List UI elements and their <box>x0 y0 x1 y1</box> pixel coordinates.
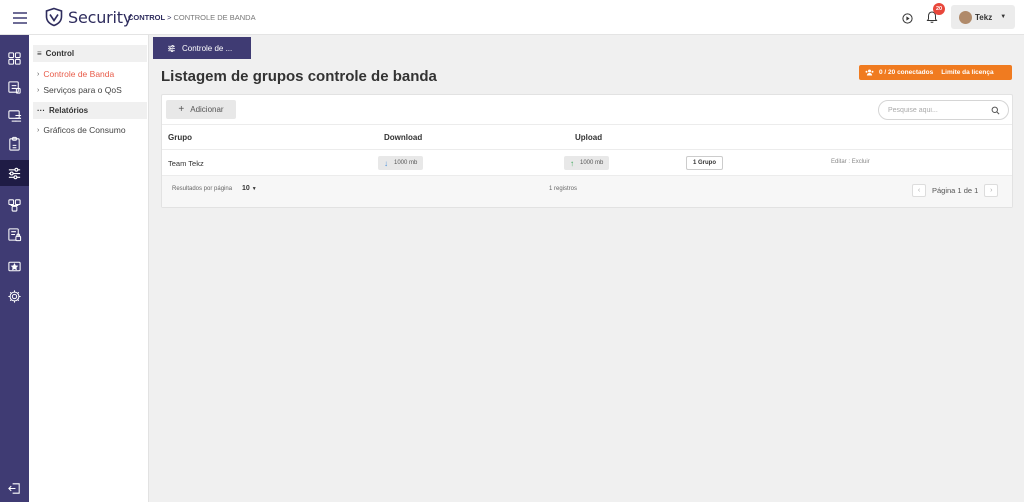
sliders-icon[interactable] <box>0 160 29 186</box>
next-page-button[interactable]: › <box>984 184 999 197</box>
user-name: Tekz <box>975 12 993 22</box>
dashboard-icon[interactable] <box>0 45 29 71</box>
tab-controle-de-banda[interactable]: Controle de ... <box>153 37 251 59</box>
chevron-right-icon: › <box>37 70 40 78</box>
tab-label: Controle de ... <box>182 43 233 53</box>
table-footer: Resultados por página 10 ▼ 1 registros ‹… <box>162 176 1012 207</box>
sidebar-item-graficos-consumo[interactable]: › Gráficos de Consumo <box>37 125 126 135</box>
monitor-list-icon[interactable] <box>0 102 29 128</box>
pagination: ‹ Página 1 de 1 › <box>912 184 999 197</box>
breadcrumb-separator: > <box>167 13 172 22</box>
page-title: Listagem de grupos controle de banda <box>161 68 437 85</box>
sidebar-section-relatorios[interactable]: ··· Relatórios <box>33 102 147 119</box>
ellipsis-icon: ··· <box>37 106 45 115</box>
shield-logo-icon <box>45 7 63 27</box>
table-toolbar: + Adicionar <box>162 95 1012 125</box>
sidebar-item-servicos-qos[interactable]: › Serviços para o QoS <box>37 85 122 95</box>
sidebar-section-label: Relatórios <box>49 106 89 115</box>
play-circle-icon[interactable] <box>902 13 913 24</box>
breadcrumb-current: CONTROLE DE BANDA <box>173 13 256 22</box>
edit-link[interactable]: Editar <box>831 159 847 165</box>
users-network-icon[interactable] <box>0 191 29 217</box>
sliders-icon <box>167 44 176 53</box>
page-label: Página 1 de 1 <box>932 186 979 195</box>
arrow-down-icon: ↓ <box>384 158 388 168</box>
search-box[interactable] <box>878 100 1009 120</box>
per-page-label: Resultados por página <box>172 186 233 192</box>
per-page-value: 10 <box>242 185 250 192</box>
list-icon: ≡ <box>37 49 42 58</box>
clipboard-icon[interactable] <box>0 130 29 156</box>
table-header: Grupo Download Upload <box>162 125 1012 150</box>
avatar <box>959 10 972 24</box>
breadcrumb: CONTROL > CONTROLE DE BANDA <box>128 13 256 22</box>
per-page-select[interactable]: 10 ▼ <box>242 185 257 192</box>
search-icon[interactable] <box>991 106 1000 115</box>
row-upload: 1000 mb <box>580 160 604 166</box>
star-card-icon[interactable] <box>0 253 29 279</box>
icon-rail <box>0 35 29 502</box>
license-badge[interactable]: 0 / 20 conectados Limite da licença <box>859 65 1012 80</box>
table-row: Team Tekz ↓ 1000 mb ↑ 1000 mb 1 Grupo Ed… <box>162 150 1012 176</box>
delete-link[interactable]: Excluir <box>852 159 870 165</box>
app-logo[interactable]: Security <box>44 7 132 27</box>
column-header-grupo[interactable]: Grupo <box>168 133 192 142</box>
caret-down-icon: ▼ <box>251 186 257 192</box>
groups-count-button[interactable]: 1 Grupo <box>686 156 724 170</box>
sidebar-section-label: Control <box>45 49 75 58</box>
row-download: 1000 mb <box>394 160 418 166</box>
license-count: 0 / 20 conectados <box>879 69 934 76</box>
caret-down-icon: ▼ <box>1000 14 1007 20</box>
column-header-download[interactable]: Download <box>384 133 422 142</box>
plus-icon: + <box>178 104 185 115</box>
top-bar: Security CONTROL > CONTROLE DE BANDA 20 … <box>0 0 1024 35</box>
secondary-sidebar: ≡ Control › Controle de Banda › Serviços… <box>29 35 149 502</box>
brand-name: Security <box>68 7 133 27</box>
search-input[interactable] <box>888 106 988 114</box>
notification-badge: 20 <box>933 3 945 15</box>
chevron-right-icon: › <box>37 86 40 94</box>
groups-table-card: + Adicionar Grupo Download Upload Team T… <box>161 94 1013 208</box>
user-menu-button[interactable]: Tekz ▼ <box>951 5 1015 29</box>
upload-pill: ↑ 1000 mb <box>564 156 610 170</box>
hamburger-menu-icon[interactable] <box>10 9 30 27</box>
sidebar-item-controle-de-banda[interactable]: › Controle de Banda <box>37 69 114 79</box>
sidebar-item-label: Gráficos de Consumo <box>43 125 126 135</box>
arrow-up-icon: ↑ <box>570 158 574 168</box>
chevron-right-icon: › <box>37 126 40 134</box>
sidebar-section-control[interactable]: ≡ Control <box>33 45 147 62</box>
row-actions: Editar : Excluir <box>831 159 870 165</box>
logout-icon[interactable] <box>0 475 29 501</box>
lock-document-icon[interactable] <box>0 221 29 247</box>
license-limit-link[interactable]: Limite da licença <box>941 69 993 76</box>
prev-page-button[interactable]: ‹ <box>912 184 926 197</box>
download-pill: ↓ 1000 mb <box>378 156 424 170</box>
add-button-label: Adicionar <box>190 105 224 114</box>
users-icon <box>865 69 874 76</box>
sidebar-item-label: Serviços para o QoS <box>43 85 122 95</box>
add-button[interactable]: + Adicionar <box>166 100 236 119</box>
records-count: 1 registros <box>549 186 578 192</box>
gear-icon[interactable] <box>0 283 29 309</box>
breadcrumb-section[interactable]: CONTROL <box>128 13 165 22</box>
device-list-icon[interactable] <box>0 74 29 100</box>
row-grupo: Team Tekz <box>168 159 204 168</box>
sidebar-item-label: Controle de Banda <box>43 69 115 79</box>
column-header-upload[interactable]: Upload <box>575 133 602 142</box>
